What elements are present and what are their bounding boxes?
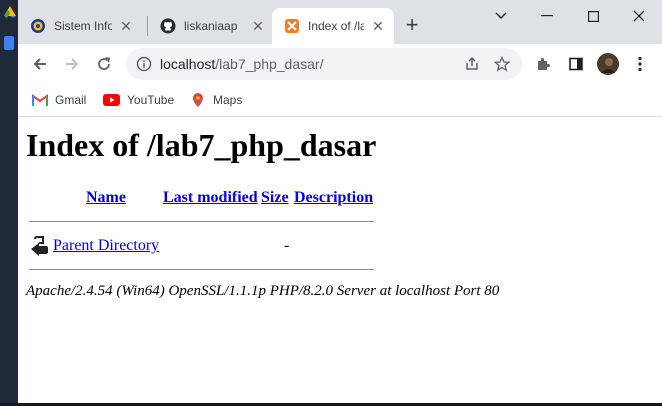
avatar <box>597 53 619 75</box>
arrow-left-icon <box>33 58 46 70</box>
share-icon[interactable] <box>464 56 480 72</box>
page-content: Index of /lab7_php_dasar Name Last modif… <box>18 117 662 406</box>
tab-github[interactable]: liskaniaap ✕ <box>148 8 272 44</box>
tab-title: liskaniaap <box>184 19 238 33</box>
bookmark-maps[interactable]: Maps <box>190 92 242 108</box>
reload-icon <box>98 57 111 70</box>
bookmark-label: YouTube <box>127 93 175 107</box>
back-button[interactable] <box>28 52 52 76</box>
chevron-down-icon <box>495 12 507 19</box>
more-vert-icon <box>638 56 642 72</box>
tab-search-button[interactable] <box>478 6 524 26</box>
table-divider <box>29 269 374 270</box>
puzzle-icon <box>538 58 550 70</box>
minimize-icon <box>541 15 553 17</box>
tab-title: Index of /lab7_php_dasar <box>308 19 364 33</box>
maps-icon <box>193 93 203 107</box>
address-bar[interactable]: localhost/lab7_php_dasar/ <box>126 48 522 80</box>
column-header-size[interactable]: Size <box>261 189 289 207</box>
url-host: localhost <box>160 56 216 72</box>
extensions-button[interactable] <box>532 52 556 76</box>
desktop-edge <box>0 0 18 406</box>
page-title: Index of /lab7_php_dasar <box>26 127 377 163</box>
university-seal-icon <box>31 19 45 33</box>
youtube-icon <box>103 94 120 106</box>
info-icon[interactable] <box>136 56 152 72</box>
desktop-shortcut-icon <box>4 36 14 50</box>
close-icon <box>633 10 645 22</box>
bookmarks-bar: Gmail YouTube Maps <box>18 84 662 117</box>
bookmark-label: Maps <box>213 93 243 107</box>
forward-button[interactable] <box>60 52 84 76</box>
toolbar: localhost/lab7_php_dasar/ <box>18 44 662 84</box>
row-size: - <box>284 237 290 254</box>
column-header-last-modified[interactable]: Last modified <box>163 189 258 207</box>
browser-window: Sistem Info ✕ liskaniaap ✕ Index of /lab… <box>18 0 662 406</box>
parent-directory-link[interactable]: Parent Directory <box>53 237 159 255</box>
column-header-description[interactable]: Description <box>294 189 373 207</box>
server-signature: Apache/2.4.54 (Win64) OpenSSL/1.1.1p PHP… <box>26 283 500 299</box>
close-window-button[interactable] <box>616 6 662 26</box>
side-panel-button[interactable] <box>564 52 588 76</box>
url-path: /lab7_php_dasar/ <box>215 56 324 72</box>
tab-index-of[interactable]: Index of /lab7_php_dasar ✕ <box>272 8 394 44</box>
reload-button[interactable] <box>92 52 116 76</box>
tab-strip: Sistem Info ✕ liskaniaap ✕ Index of /lab… <box>18 0 662 44</box>
column-header-name[interactable]: Name <box>86 189 126 207</box>
bookmark-gmail[interactable]: Gmail <box>32 92 86 108</box>
new-tab-button[interactable]: + <box>398 14 426 38</box>
url-text[interactable]: localhost/lab7_php_dasar/ <box>160 56 323 72</box>
minimize-button[interactable] <box>524 6 570 26</box>
tab-title: Sistem Info <box>54 19 112 33</box>
gmail-icon <box>32 94 48 106</box>
drive-icon <box>4 6 16 18</box>
github-icon <box>160 18 176 34</box>
maximize-button[interactable] <box>570 6 616 26</box>
arrow-right-icon <box>66 58 79 70</box>
side-panel-icon <box>569 57 583 71</box>
star-icon[interactable] <box>494 56 510 72</box>
bookmark-youtube[interactable]: YouTube <box>103 92 174 108</box>
profile-button[interactable] <box>596 52 620 76</box>
back-folder-icon <box>31 236 48 256</box>
xampp-icon <box>285 19 299 33</box>
bookmark-label: Gmail <box>55 93 87 107</box>
tab-sistem-info[interactable]: Sistem Info ✕ <box>18 8 144 44</box>
menu-button[interactable] <box>628 52 652 76</box>
maximize-icon <box>587 10 599 22</box>
close-tab-icon[interactable]: ✕ <box>118 18 134 34</box>
close-tab-icon[interactable]: ✕ <box>250 18 266 34</box>
table-divider <box>29 221 374 222</box>
close-tab-icon[interactable]: ✕ <box>370 18 386 34</box>
